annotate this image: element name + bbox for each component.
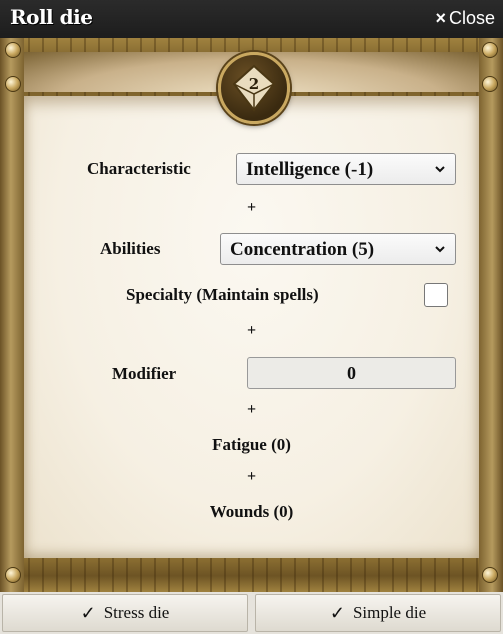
modifier-label: Modifier <box>112 364 177 383</box>
wounds-label: Wounds (0) <box>209 502 294 521</box>
d10-die-icon: 2 <box>232 64 276 112</box>
frame-bottom-border <box>0 556 503 592</box>
close-icon: × <box>435 8 446 28</box>
stress-die-label: Stress die <box>103 603 170 622</box>
corner-stud-icon <box>482 42 498 58</box>
characteristic-label: Characteristic <box>87 159 191 178</box>
abilities-value: Concentration (5) <box>230 239 375 260</box>
abilities-label: Abilities <box>100 239 161 258</box>
check-icon: ✓ <box>329 602 345 623</box>
chevron-down-icon <box>435 246 445 253</box>
dialog-title: Roll die <box>10 5 93 29</box>
stress-die-button[interactable]: ✓ Stress die <box>2 594 248 632</box>
fatigue-label: Fatigue (0) <box>212 435 291 454</box>
die-face-number: 2 <box>249 75 259 93</box>
characteristic-select[interactable]: Intelligence (-1) <box>236 153 456 185</box>
abilities-select[interactable]: Concentration (5) <box>220 233 456 265</box>
corner-stud-icon <box>5 567 21 583</box>
corner-stud-icon <box>5 42 21 58</box>
die-medallion: 2 <box>218 52 290 124</box>
check-icon: ✓ <box>80 602 96 623</box>
simple-die-label: Simple die <box>352 603 427 622</box>
dialog-titlebar: Roll die × Close <box>0 0 503 39</box>
simple-die-button[interactable]: ✓ Simple die <box>255 594 501 632</box>
plus-sign: + <box>246 401 257 418</box>
plus-sign: + <box>246 199 257 216</box>
characteristic-value: Intelligence (-1) <box>246 159 374 180</box>
modifier-input[interactable]: 0 <box>247 357 456 389</box>
corner-stud-icon <box>482 567 498 583</box>
chevron-down-icon <box>435 166 445 173</box>
close-button[interactable]: × Close <box>435 8 495 29</box>
plus-sign: + <box>246 468 257 485</box>
close-label: Close <box>448 8 495 28</box>
specialty-label: Specialty (Maintain spells) <box>126 285 319 304</box>
corner-stud-icon <box>482 76 498 92</box>
corner-stud-icon <box>5 76 21 92</box>
plus-sign: + <box>246 322 257 339</box>
specialty-checkbox[interactable] <box>424 283 448 307</box>
